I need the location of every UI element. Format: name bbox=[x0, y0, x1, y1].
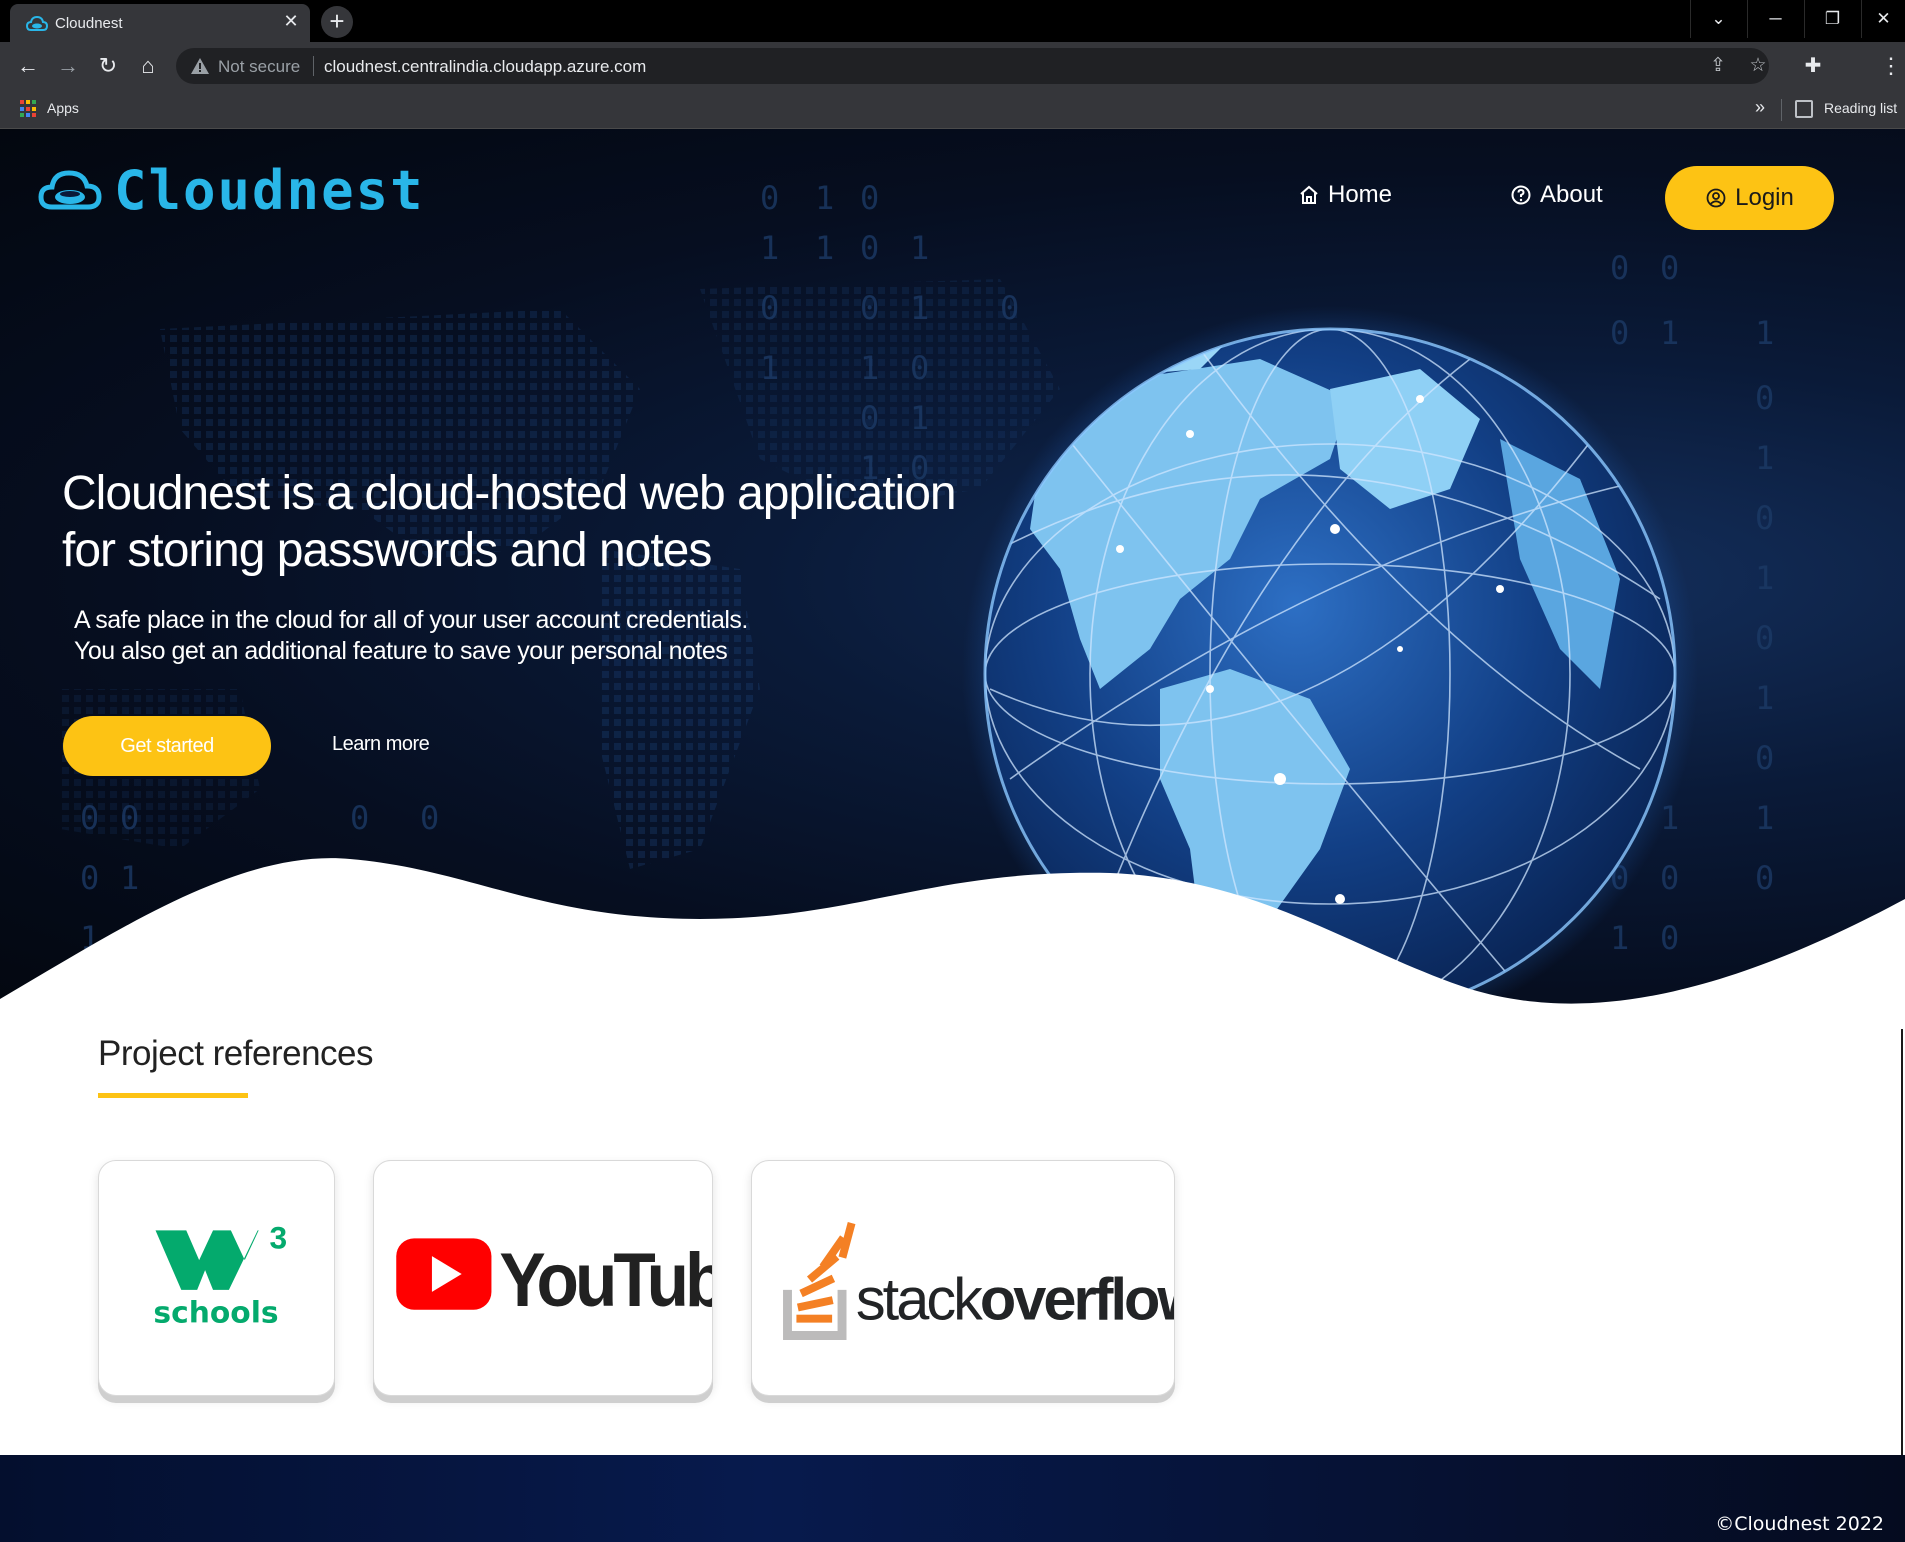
divider bbox=[313, 56, 314, 76]
youtube-wordmark: YouTube bbox=[499, 1238, 712, 1323]
close-icon[interactable]: ✕ bbox=[280, 10, 302, 32]
reference-card-w3schools[interactable]: 3 schools bbox=[98, 1160, 335, 1396]
web-page: 010 1101 0010 110 01 10 00 011 010 101 0… bbox=[0, 129, 1905, 1542]
login-label: Login bbox=[1735, 184, 1794, 211]
hero-wave bbox=[0, 858, 1905, 1029]
stackoverflow-logo: stackoverflow bbox=[783, 1222, 1174, 1340]
address-bar[interactable]: Not secure cloudnest.centralindia.clouda… bbox=[176, 48, 1769, 84]
warning-icon bbox=[191, 58, 209, 74]
nav-home[interactable]: Home bbox=[1298, 181, 1392, 209]
reading-list-icon[interactable] bbox=[1795, 100, 1813, 118]
puzzle-icon[interactable]: ✚ bbox=[1797, 50, 1829, 82]
home-browser-icon[interactable]: ⌂ bbox=[132, 50, 164, 82]
hero-subtitle: A safe place in the cloud for all of you… bbox=[74, 605, 834, 667]
title-underline bbox=[98, 1093, 248, 1098]
get-started-button[interactable]: Get started bbox=[63, 716, 271, 776]
browser-tab[interactable]: Cloudnest ✕ bbox=[10, 4, 310, 42]
browser-chrome: Cloudnest ✕ + ⌄ ─ ❐ ✕ ← → ↻ ⌂ Not secure… bbox=[0, 0, 1905, 129]
nav-about[interactable]: About bbox=[1510, 181, 1603, 209]
home-icon bbox=[1300, 185, 1318, 204]
restore-button[interactable]: ❐ bbox=[1804, 0, 1860, 38]
cloud-icon bbox=[38, 170, 102, 210]
youtube-logo: YouTube bbox=[396, 1238, 712, 1323]
reload-icon[interactable]: ↻ bbox=[92, 50, 124, 82]
url-text[interactable]: cloudnest.centralindia.cloudapp.azure.co… bbox=[324, 57, 646, 77]
so-word-stack: stack bbox=[856, 1266, 983, 1333]
apps-grid-icon[interactable] bbox=[20, 100, 38, 118]
star-icon[interactable]: ☆ bbox=[1746, 54, 1770, 78]
section-title: Project references bbox=[98, 1034, 374, 1073]
nav-home-label: Home bbox=[1328, 181, 1393, 208]
nav-about-label: About bbox=[1540, 181, 1603, 208]
brand-name: Cloudnest bbox=[114, 159, 425, 222]
login-button[interactable]: Login bbox=[1665, 166, 1834, 230]
w3-wordmark: schools bbox=[153, 1296, 278, 1331]
cloud-icon bbox=[26, 15, 48, 31]
page-footer: ©Cloudnest 2022 bbox=[0, 1455, 1905, 1542]
hero-title: Cloudnest is a cloud-hosted web applicat… bbox=[62, 467, 957, 577]
menu-icon[interactable]: ⋮ bbox=[1880, 50, 1902, 82]
back-icon[interactable]: ← bbox=[12, 50, 44, 82]
bookmarks-overflow[interactable]: » bbox=[1755, 97, 1765, 118]
divider bbox=[1781, 99, 1782, 121]
reference-card-youtube[interactable]: YouTube bbox=[373, 1160, 713, 1396]
help-circle-icon bbox=[1511, 185, 1531, 205]
w3schools-logo: 3 schools bbox=[153, 1219, 288, 1331]
share-icon[interactable]: ⇪ bbox=[1706, 54, 1730, 78]
reference-card-stackoverflow[interactable]: stackoverflow bbox=[751, 1160, 1175, 1396]
window-close-button[interactable]: ✕ bbox=[1861, 0, 1905, 38]
user-circle-icon bbox=[1706, 188, 1726, 208]
reading-list-button[interactable]: Reading list bbox=[1824, 100, 1897, 116]
w3-superscript: 3 bbox=[270, 1219, 288, 1255]
minimize-button[interactable]: ─ bbox=[1747, 0, 1803, 38]
copyright-text: ©Cloudnest 2022 bbox=[1715, 1513, 1884, 1535]
learn-more-link[interactable]: Learn more bbox=[332, 733, 430, 756]
tab-strip: Cloudnest ✕ + ⌄ ─ ❐ ✕ bbox=[0, 0, 1905, 42]
tab-search-icon[interactable]: ⌄ bbox=[1690, 0, 1746, 38]
so-wordmark-stack: stackoverflow bbox=[856, 1266, 1174, 1333]
hero-section: 010 1101 0010 110 01 10 00 011 010 101 0… bbox=[0, 129, 1905, 1029]
brand-logo[interactable]: Cloudnest bbox=[38, 159, 423, 222]
security-label: Not secure bbox=[218, 57, 301, 76]
bookmarks-bar: Apps » Reading list bbox=[0, 90, 1905, 129]
tab-title: Cloudnest bbox=[55, 15, 123, 32]
so-word-overflow: overflow bbox=[980, 1266, 1174, 1333]
browser-toolbar: ← → ↻ ⌂ Not secure cloudnest.centralindi… bbox=[0, 42, 1905, 90]
hero-subtitle-line: A safe place in the cloud for all of you… bbox=[74, 606, 748, 634]
divider bbox=[1901, 1029, 1903, 1455]
apps-bookmark[interactable]: Apps bbox=[47, 100, 79, 116]
hero-subtitle-line: You also get an additional feature to sa… bbox=[74, 637, 728, 665]
new-tab-button[interactable]: + bbox=[321, 6, 353, 38]
forward-icon[interactable]: → bbox=[52, 50, 84, 82]
